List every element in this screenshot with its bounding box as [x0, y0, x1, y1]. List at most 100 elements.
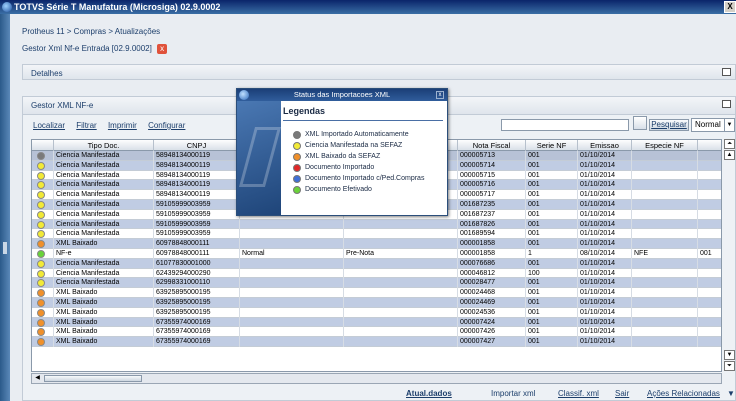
scroll-up-icon[interactable]: ▲	[724, 150, 735, 160]
table-cell	[632, 229, 698, 240]
dialog-title: Status das Importacoes XML	[293, 90, 391, 99]
pesquisar-button[interactable]: Pesquisar	[649, 119, 689, 131]
table-cell: Ciencia Manifestada	[54, 258, 154, 269]
sair-button[interactable]: Sair	[615, 389, 629, 398]
table-cell	[632, 278, 698, 289]
table-row[interactable]: NF-e 60978848000111 Normal Pre-Nota 00000185…	[32, 248, 721, 259]
table-cell: XML Baixado	[54, 239, 154, 249]
table-cell	[632, 199, 698, 210]
search-input[interactable]	[501, 119, 629, 131]
column-header[interactable]	[698, 140, 721, 151]
table-cell: 01/10/2014	[578, 327, 632, 338]
filtrar-link[interactable]: Filtrar	[76, 121, 96, 130]
importar-xml-button[interactable]: Importar xml	[491, 389, 535, 398]
imprimir-link[interactable]: Imprimir	[108, 121, 137, 130]
mode-select[interactable]: Normal ▼	[691, 118, 735, 132]
scroll-bottom-icon[interactable]: ⏷	[724, 361, 735, 371]
legend-item: XML Baixado da SEFAZ	[293, 151, 424, 162]
table-cell	[698, 229, 721, 239]
table-row[interactable]: XML Baixado 63925895000195 000024536 001 01/…	[32, 307, 721, 318]
atualizar-dados-button[interactable]: Atual.dados	[406, 389, 452, 398]
table-row[interactable]: Ciencia Manifestada 62439294000290 0000468…	[32, 268, 721, 279]
dialog-close-icon[interactable]: x	[436, 91, 444, 99]
dialog-titlebar: Status das Importacoes XML x	[237, 89, 447, 101]
table-row[interactable]: XML Baixado 63925895000195 000024468 001 01/…	[32, 288, 721, 298]
table-row[interactable]: XML Baixado 67355974000169 000007424 001 01/…	[32, 317, 721, 328]
table-cell	[632, 170, 698, 181]
table-cell: 58948134000119	[154, 180, 240, 191]
table-row[interactable]: XML Baixado 67355974000169 000007426 001 01/…	[32, 327, 721, 338]
table-cell: Ciencia Manifestada	[54, 190, 154, 200]
gestor-title: Gestor XML NF-e	[31, 101, 94, 110]
column-header[interactable]: Nota Fiscal	[458, 140, 526, 151]
configurar-link[interactable]: Configurar	[148, 121, 185, 130]
acoes-dropdown-icon[interactable]: ▼	[727, 389, 735, 398]
table-cell: 000024469	[458, 297, 526, 308]
document-tab-label: Gestor Xml Nf-e Entrada [02.9.0002]	[22, 44, 152, 53]
column-header[interactable]	[32, 140, 54, 151]
window-close-button[interactable]: X	[724, 1, 736, 13]
yellow-status-icon	[37, 171, 45, 180]
yellow-status-icon	[37, 181, 45, 190]
panel-grip-handle[interactable]	[3, 242, 7, 254]
orange-status-icon	[293, 153, 301, 161]
table-cell	[344, 297, 458, 308]
table-cell: NFE	[632, 248, 698, 259]
table-row[interactable]: Ciencia Manifestada 61077830001000 0000766…	[32, 258, 721, 269]
table-cell: 01/10/2014	[578, 268, 632, 279]
column-header[interactable]: Serie NF	[526, 140, 578, 151]
status-cell	[32, 209, 54, 220]
legend-label: XML Baixado da SEFAZ	[305, 153, 381, 160]
table-cell	[240, 278, 344, 289]
table-cell: 58948134000119	[154, 170, 240, 181]
vertical-scrollbar[interactable]: ⏶ ▲ ▼ ⏷	[724, 139, 735, 372]
table-cell: Ciencia Manifestada	[54, 180, 154, 191]
table-row[interactable]: XML Baixado 60978848000111 000001858 001 01/…	[32, 239, 721, 249]
table-cell: 000005713	[458, 151, 526, 161]
localizar-link[interactable]: Localizar	[33, 121, 65, 130]
tab-close-icon[interactable]: x	[157, 43, 168, 54]
acoes-relacionadas-button[interactable]: Ações Relacionadas	[647, 389, 720, 398]
column-header[interactable]: Tipo Doc.	[54, 140, 154, 151]
table-row[interactable]: XML Baixado 63925895000195 000024469 001 01/…	[32, 297, 721, 308]
table-cell: 000046812	[458, 268, 526, 279]
column-header[interactable]: Emissao	[578, 140, 632, 151]
table-cell	[240, 297, 344, 308]
column-header[interactable]: Especie NF	[632, 140, 698, 151]
table-cell	[698, 161, 721, 171]
classif-xml-button[interactable]: Classif. xml	[558, 389, 599, 398]
expand-icon[interactable]	[722, 68, 731, 76]
scroll-thumb[interactable]	[44, 375, 142, 382]
table-cell: 01/10/2014	[578, 170, 632, 181]
red-status-icon	[293, 164, 301, 172]
legend-list: XML Importado Automaticamente Ciencia Man…	[293, 129, 424, 195]
action-bar: Atual.dados Importar xml Classif. xml Sa…	[23, 389, 735, 401]
document-tab[interactable]: Gestor Xml Nf-e Entrada [02.9.0002] x	[14, 42, 168, 56]
search-icon[interactable]	[633, 116, 647, 130]
table-row[interactable]: Ciencia Manifestada 62998331000110 0000284…	[32, 278, 721, 289]
column-header[interactable]: CNPJ	[154, 140, 240, 151]
table-cell	[698, 288, 721, 298]
table-cell: 01/10/2014	[578, 297, 632, 308]
scroll-top-icon[interactable]: ⏶	[724, 139, 735, 149]
scroll-left-icon[interactable]: ◀	[33, 375, 42, 382]
table-row[interactable]: Ciencia Manifestada 59105999003959 0016895…	[32, 229, 721, 240]
legend-label: Documento Importado c/Ped.Compras	[305, 175, 425, 182]
table-cell: 001	[526, 170, 578, 181]
table-row[interactable]: XML Baixado 67355974000169 000007427 001 01/…	[32, 337, 721, 347]
minimize-icon[interactable]	[722, 100, 731, 108]
table-cell	[632, 209, 698, 220]
horizontal-scrollbar[interactable]: ◀	[31, 373, 722, 384]
table-cell	[632, 307, 698, 318]
table-cell: 63925895000195	[154, 307, 240, 318]
dialog-logo-icon	[239, 90, 249, 100]
table-cell: 01/10/2014	[578, 307, 632, 318]
table-cell: Normal	[240, 248, 344, 259]
legend-label: Ciencia Manifestada na SEFAZ	[305, 142, 403, 149]
table-row[interactable]: Ciencia Manifestada 59105999003959 0016878…	[32, 219, 721, 230]
status-cell	[32, 268, 54, 279]
table-cell: 001	[526, 307, 578, 318]
detalhes-panel[interactable]: Detalhes	[22, 64, 736, 80]
scroll-down-icon[interactable]: ▼	[724, 350, 735, 360]
table-cell	[632, 297, 698, 308]
